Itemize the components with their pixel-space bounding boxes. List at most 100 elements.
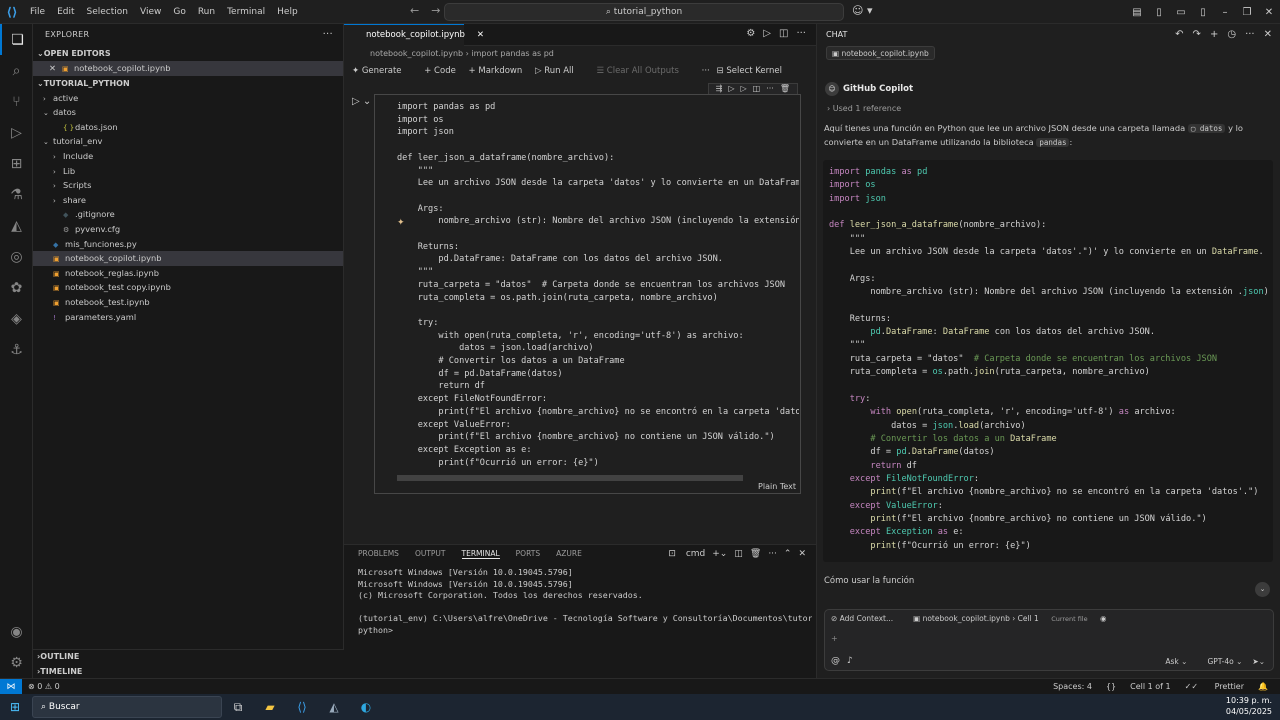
toggle-panel-icon[interactable]: ▭: [1174, 7, 1188, 18]
more-icon[interactable]: ···: [1245, 29, 1255, 40]
add-context-button[interactable]: ⊘ Add Context...: [831, 614, 903, 623]
tree-item[interactable]: ⌄ tutorial_env: [33, 134, 343, 149]
system-clock[interactable]: 10:39 p. m. 04/05/2025: [1226, 695, 1272, 717]
select-kernel-button[interactable]: ⊟ Select Kernel: [717, 61, 792, 81]
tree-item[interactable]: › Include: [33, 149, 343, 164]
docker-icon[interactable]: ◈: [0, 303, 33, 334]
app-icon[interactable]: ◭: [318, 700, 350, 714]
split-terminal-icon[interactable]: ◫: [734, 549, 743, 559]
tree-item[interactable]: ▣ notebook_test.ipynb: [33, 295, 343, 310]
menu-item-selection[interactable]: Selection: [87, 7, 128, 17]
tab-notebook-copilot[interactable]: notebook_copilot.ipynb ✕: [344, 24, 484, 46]
tab-ports[interactable]: PORTS: [516, 549, 540, 558]
tree-item[interactable]: ◆ .gitignore: [33, 207, 343, 222]
tree-item[interactable]: ▣ notebook_copilot.ipynb: [33, 251, 343, 266]
timeline-section[interactable]: ›TIMELINE: [33, 665, 344, 680]
cell-status[interactable]: Cell 1 of 1: [1130, 682, 1170, 691]
menu-item-edit[interactable]: Edit: [57, 7, 74, 17]
run-icon[interactable]: ▷: [763, 28, 771, 39]
more-icon[interactable]: ···: [796, 28, 806, 39]
menu-item-view[interactable]: View: [140, 7, 161, 17]
close-icon[interactable]: ✕: [1264, 29, 1272, 40]
add-markdown-button[interactable]: + Markdown: [469, 66, 523, 76]
toggle-secondary-icon[interactable]: ▯: [1196, 7, 1210, 18]
tab-terminal[interactable]: TERMINAL: [461, 549, 500, 559]
tree-item[interactable]: ▣ notebook_reglas.ipynb: [33, 266, 343, 281]
copilot-icon[interactable]: ✿: [0, 272, 33, 303]
input-cursor[interactable]: +: [831, 634, 838, 643]
chat-input[interactable]: ⊘ Add Context... ▣ notebook_copilot.ipynb…: [824, 609, 1274, 671]
more-icon[interactable]: ···: [766, 84, 774, 93]
redo-icon[interactable]: ↷: [1193, 29, 1201, 40]
maximize-icon[interactable]: ⌃: [784, 549, 792, 559]
copilot-icon[interactable]: ☺ ▾: [852, 4, 873, 17]
mode-select[interactable]: Ask ⌄: [1155, 657, 1187, 666]
more-icon[interactable]: ···: [768, 549, 777, 559]
notifications-icon[interactable]: 🔔: [1258, 682, 1268, 691]
braces-status[interactable]: {}: [1106, 682, 1116, 691]
split-editor-icon[interactable]: ◫: [779, 28, 788, 39]
tree-item[interactable]: ⚙ pyvenv.cfg: [33, 222, 343, 237]
layout-icon[interactable]: ▤: [1130, 7, 1144, 18]
gear-icon[interactable]: ⚙: [0, 647, 33, 678]
windows-start-icon[interactable]: ⊞: [0, 700, 30, 714]
gear-icon[interactable]: ⚙: [746, 28, 755, 39]
outline-section[interactable]: ›OUTLINE: [33, 650, 344, 665]
spaces-status[interactable]: Spaces: 4: [1053, 682, 1092, 691]
vscode-taskbar-icon[interactable]: ⟨⟩: [286, 700, 318, 714]
testing-icon[interactable]: ⚗: [0, 179, 33, 210]
open-editors-section[interactable]: ⌄OPEN EDITORS: [33, 46, 343, 61]
project-section[interactable]: ⌄TUTORIAL_PYTHON: [33, 76, 343, 91]
run-above-icon[interactable]: ⇶: [716, 84, 723, 93]
problems-status[interactable]: ⊗ 0 ⚠ 0: [28, 679, 60, 695]
current-file-chip[interactable]: ▣ notebook_copilot.ipynb › Cell 1 Curren…: [913, 614, 1106, 623]
toggle-sidebar-icon[interactable]: ▯: [1152, 7, 1166, 18]
more-icon[interactable]: ···: [702, 66, 710, 76]
used-references[interactable]: › Used 1 reference: [827, 104, 901, 113]
menu-item-file[interactable]: File: [30, 7, 45, 17]
remote-explorer-icon[interactable]: ◎: [0, 241, 33, 272]
tree-item[interactable]: › Scripts: [33, 178, 343, 193]
scroll-down-icon[interactable]: ⌄: [1255, 582, 1270, 597]
undo-icon[interactable]: ↶: [1175, 29, 1183, 40]
close-icon[interactable]: ✕: [1262, 7, 1276, 18]
delete-icon[interactable]: 🗑: [780, 84, 790, 93]
close-icon[interactable]: ✕: [49, 63, 56, 73]
folder-chip[interactable]: ▢ datos: [1187, 124, 1226, 133]
menu-item-run[interactable]: Run: [198, 7, 215, 17]
account-icon[interactable]: ◉: [0, 616, 33, 647]
run-all-button[interactable]: ▷ Run All: [535, 66, 584, 76]
code-cell[interactable]: ✦ import pandas as pd import os import jso…: [374, 94, 801, 494]
tab-azure[interactable]: AZURE: [556, 549, 582, 558]
new-terminal-icon[interactable]: +⌄: [712, 549, 727, 559]
back-arrow-icon[interactable]: ←: [410, 4, 419, 17]
menu-item-go[interactable]: Go: [173, 7, 185, 17]
tree-item[interactable]: ⌄ datos: [33, 105, 343, 120]
split-cell-icon[interactable]: ◫: [753, 84, 761, 93]
menu-item-help[interactable]: Help: [277, 7, 298, 17]
microphone-icon[interactable]: ♪: [847, 656, 853, 666]
run-below-icon[interactable]: ▷: [728, 84, 734, 93]
clear-outputs-button[interactable]: ☰ Clear All Outputs: [596, 66, 688, 76]
execute-icon[interactable]: ▷: [740, 84, 746, 93]
restore-icon[interactable]: ❐: [1240, 7, 1254, 18]
horizontal-scrollbar[interactable]: [397, 475, 743, 481]
anchor-icon[interactable]: ⚓: [0, 334, 33, 365]
tab-output[interactable]: OUTPUT: [415, 549, 446, 558]
cell-code[interactable]: import pandas as pd import os import json …: [397, 101, 799, 469]
model-select[interactable]: GPT-4o ⌄: [1197, 657, 1242, 666]
task-view-icon[interactable]: ⧉: [222, 700, 254, 715]
tree-item[interactable]: { }datos.json: [33, 120, 343, 135]
close-icon[interactable]: ✕: [477, 30, 484, 40]
run-debug-icon[interactable]: ▷: [0, 117, 33, 148]
minimize-icon[interactable]: –: [1218, 7, 1232, 18]
history-icon[interactable]: ◷: [1227, 29, 1236, 40]
add-code-button[interactable]: + Code: [424, 66, 456, 76]
menu-item-terminal[interactable]: Terminal: [227, 7, 265, 17]
tree-item[interactable]: ◆ mis_funciones.py: [33, 237, 343, 252]
taskbar-search[interactable]: ⌕ Buscar: [32, 696, 222, 718]
tab-problems[interactable]: PROBLEMS: [358, 549, 399, 558]
file-explorer-icon[interactable]: ▰: [254, 700, 286, 714]
generate-button[interactable]: ✦ Generate: [352, 66, 412, 76]
close-icon[interactable]: ✕: [798, 549, 806, 559]
